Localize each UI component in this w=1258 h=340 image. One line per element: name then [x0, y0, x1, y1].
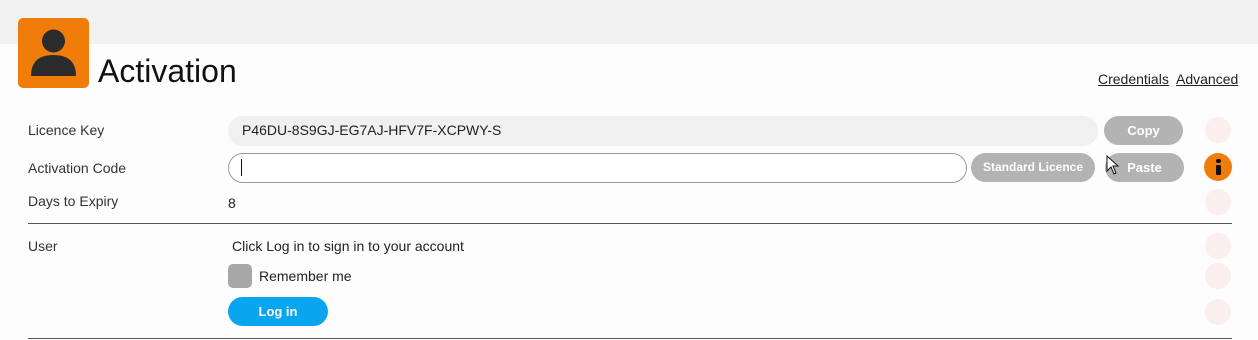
licence-info-icon	[1205, 117, 1231, 143]
expiry-info-icon	[1205, 189, 1231, 215]
activation-code-label: Activation Code	[28, 160, 127, 176]
credentials-link[interactable]: Credentials	[1098, 71, 1169, 87]
standard-licence-button[interactable]: Standard Licence	[971, 153, 1095, 182]
activation-info-icon[interactable]	[1204, 153, 1232, 181]
licence-key-label: Licence Key	[28, 122, 105, 138]
remember-info-icon	[1205, 263, 1231, 289]
activation-code-input[interactable]	[228, 153, 967, 183]
top-bar	[0, 0, 1258, 44]
login-info-icon	[1205, 299, 1231, 325]
user-info-icon	[1205, 233, 1231, 259]
info-bar	[1216, 165, 1221, 175]
login-prompt: Click Log in to sign in to your account	[232, 238, 464, 254]
advanced-link[interactable]: Advanced	[1176, 71, 1238, 87]
login-button[interactable]: Log in	[228, 297, 328, 326]
page-title: Activation	[98, 53, 237, 89]
mouse-pointer-icon	[1106, 155, 1120, 175]
user-profile-icon	[18, 18, 89, 88]
licence-key-value: P46DU-8S9GJ-EG7AJ-HFV7F-XCPWY-S	[242, 122, 502, 138]
remember-me-checkbox[interactable]	[228, 264, 252, 288]
remember-me-label: Remember me	[259, 268, 352, 284]
info-dot	[1216, 159, 1221, 163]
text-caret	[241, 159, 242, 176]
copy-button[interactable]: Copy	[1104, 116, 1183, 145]
section-divider	[28, 223, 1232, 224]
user-label: User	[28, 238, 58, 254]
bottom-divider	[28, 338, 1232, 339]
days-to-expiry-value: 8	[228, 195, 236, 211]
days-to-expiry-label: Days to Expiry	[28, 193, 119, 209]
licence-key-field: P46DU-8S9GJ-EG7AJ-HFV7F-XCPWY-S	[228, 116, 1098, 146]
